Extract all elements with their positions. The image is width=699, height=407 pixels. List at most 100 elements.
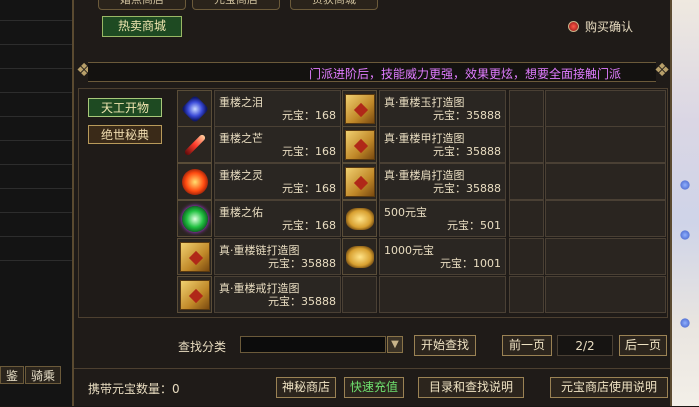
empty-slot[interactable] xyxy=(342,276,377,313)
shop-help-button[interactable]: 元宝商店使用说明 xyxy=(550,377,668,398)
item-name: 重楼之灵 xyxy=(219,169,263,182)
gold-ingot-icon[interactable] xyxy=(342,200,377,237)
divider xyxy=(0,212,72,213)
empty-slot[interactable] xyxy=(545,200,666,237)
purchase-confirm-toggle[interactable]: 购买确认 xyxy=(568,18,633,35)
divider xyxy=(0,236,72,237)
game-scene-background xyxy=(672,0,699,406)
red-orb-icon[interactable] xyxy=(177,163,212,200)
item-info[interactable]: 500元宝 元宝：501 xyxy=(379,200,506,237)
item-price: 元宝：35888 xyxy=(433,182,501,195)
divider xyxy=(0,68,72,69)
sparkle-icon xyxy=(680,230,690,240)
scroll-icon[interactable] xyxy=(177,238,212,275)
carried-yuanbao-value: 0 xyxy=(172,382,180,396)
shop-window: 婚点商店 元宝商店 货获商城 热卖商城 购买确认 ❖ 门派进阶后，技能威力更强，… xyxy=(72,0,672,406)
divider xyxy=(0,164,72,165)
green-orb-icon[interactable] xyxy=(177,200,212,237)
empty-slot[interactable] xyxy=(509,163,544,200)
page-indicator: 2/2 xyxy=(557,335,613,356)
blue-crystal-icon[interactable] xyxy=(177,90,212,127)
item-slot[interactable]: 真·重楼玉打造图 元宝：35888 xyxy=(342,90,506,127)
red-feather-icon[interactable] xyxy=(177,126,212,163)
left-side-panel: 鉴 骑乘 xyxy=(0,0,72,406)
empty-slot[interactable] xyxy=(509,126,544,163)
notice-banner: 门派进阶后，技能威力更强，效果更炫，想要全面接触门派 xyxy=(88,62,656,82)
item-info[interactable]: 重楼之灵 元宝：168 xyxy=(214,163,341,200)
empty-slot[interactable] xyxy=(379,276,506,313)
item-slot[interactable]: 1000元宝 元宝：1001 xyxy=(342,238,506,275)
sparkle-icon xyxy=(680,318,690,328)
item-info[interactable]: 重楼之佑 元宝：168 xyxy=(214,200,341,237)
divider xyxy=(0,260,72,261)
item-slot[interactable]: 重楼之芒 元宝：168 xyxy=(177,126,341,163)
divider xyxy=(0,188,72,189)
item-price: 元宝：168 xyxy=(282,219,336,232)
item-info[interactable]: 1000元宝 元宝：1001 xyxy=(379,238,506,275)
item-price: 元宝：501 xyxy=(447,219,501,232)
chevron-down-icon[interactable]: ▼ xyxy=(387,336,403,353)
scroll-icon[interactable] xyxy=(342,163,377,200)
scroll-icon[interactable] xyxy=(342,90,377,127)
carried-yuanbao: 携带元宝数量：0 xyxy=(88,380,180,397)
item-slot[interactable]: 真·重楼链打造图 元宝：35888 xyxy=(177,238,341,275)
item-info[interactable]: 真·重楼链打造图 元宝：35888 xyxy=(214,238,341,275)
item-price: 元宝：168 xyxy=(282,109,336,122)
sparkle-icon xyxy=(680,180,690,190)
item-info[interactable]: 真·重楼肩打造图 元宝：35888 xyxy=(379,163,506,200)
left-tab-bar: 鉴 骑乘 xyxy=(0,366,62,384)
item-slot[interactable]: 真·重楼肩打造图 元宝：35888 xyxy=(342,163,506,200)
search-category-label: 查找分类 xyxy=(178,340,227,354)
empty-slot[interactable] xyxy=(545,163,666,200)
empty-slot[interactable] xyxy=(545,126,666,163)
item-info[interactable]: 真·重楼玉打造图 元宝：35888 xyxy=(379,90,506,127)
empty-slot[interactable] xyxy=(545,238,666,275)
empty-slot[interactable] xyxy=(545,276,666,313)
item-slot[interactable]: 真·重楼甲打造图 元宝：35888 xyxy=(342,126,506,163)
catalog-help-button[interactable]: 目录和查找说明 xyxy=(418,377,524,398)
empty-slot[interactable] xyxy=(509,200,544,237)
empty-slot[interactable] xyxy=(509,276,544,313)
next-page-button[interactable]: 后一页 xyxy=(619,335,667,356)
empty-slot[interactable] xyxy=(509,90,544,127)
item-name: 重楼之佑 xyxy=(219,206,263,219)
search-category-input[interactable] xyxy=(240,336,386,353)
item-slot[interactable]: 重楼之泪 元宝：168 xyxy=(177,90,341,127)
tab-yuanbao-shop[interactable]: 元宝商店 xyxy=(192,0,280,10)
tab-points-shop[interactable]: 婚点商店 xyxy=(98,0,186,10)
scroll-icon[interactable] xyxy=(342,126,377,163)
item-info[interactable]: 真·重楼戒打造图 元宝：35888 xyxy=(214,276,341,313)
mystery-shop-button[interactable]: 神秘商店 xyxy=(276,377,336,398)
tab-mount[interactable]: 骑乘 xyxy=(25,366,62,384)
tab-appraise[interactable]: 鉴 xyxy=(0,366,25,384)
item-name: 重楼之泪 xyxy=(219,96,263,109)
notice-text: 门派进阶后，技能威力更强，效果更炫，想要全面接触门派 xyxy=(309,67,622,81)
item-slot[interactable]: 重楼之佑 元宝：168 xyxy=(177,200,341,237)
item-info[interactable]: 重楼之泪 元宝：168 xyxy=(214,90,341,127)
gold-ingot-icon[interactable] xyxy=(342,238,377,275)
category-secret-manual[interactable]: 绝世秘典 xyxy=(88,125,162,144)
item-price: 元宝：35888 xyxy=(433,145,501,158)
quick-recharge-button[interactable]: 快速充值 xyxy=(344,377,404,398)
scroll-icon[interactable] xyxy=(177,276,212,313)
empty-slot[interactable] xyxy=(545,90,666,127)
divider xyxy=(0,44,72,45)
item-info[interactable]: 重楼之芒 元宝：168 xyxy=(214,126,341,163)
item-price: 元宝：35888 xyxy=(433,109,501,122)
prev-page-button[interactable]: 前一页 xyxy=(502,335,552,356)
empty-slot[interactable] xyxy=(509,238,544,275)
item-slot[interactable]: 500元宝 元宝：501 xyxy=(342,200,506,237)
item-info[interactable]: 真·重楼甲打造图 元宝：35888 xyxy=(379,126,506,163)
item-name: 500元宝 xyxy=(384,206,427,219)
radio-icon[interactable] xyxy=(568,21,579,32)
divider xyxy=(0,140,72,141)
item-slot[interactable]: 重楼之灵 元宝：168 xyxy=(177,163,341,200)
tab-goods-mall[interactable]: 货获商城 xyxy=(290,0,378,10)
carried-yuanbao-label: 携带元宝数量： xyxy=(88,382,173,396)
item-price: 元宝：168 xyxy=(282,145,336,158)
start-search-button[interactable]: 开始查找 xyxy=(414,335,476,356)
item-price: 元宝：35888 xyxy=(268,295,336,308)
category-tiangong[interactable]: 天工开物 xyxy=(88,98,162,117)
item-slot[interactable]: 真·重楼戒打造图 元宝：35888 xyxy=(177,276,341,313)
tab-hot-sale[interactable]: 热卖商城 xyxy=(102,16,182,37)
